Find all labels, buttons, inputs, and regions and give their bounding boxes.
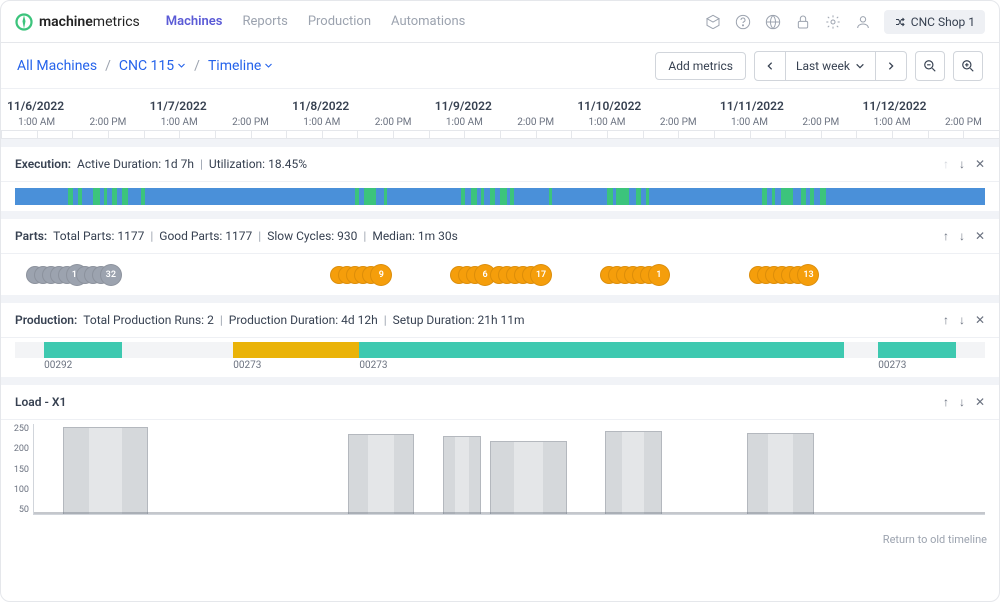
close-track-button[interactable]: ✕ xyxy=(975,157,985,171)
part-cluster[interactable]: 17 xyxy=(500,264,552,286)
brand-icon xyxy=(15,13,33,31)
shop-selector[interactable]: CNC Shop 1 xyxy=(884,10,985,34)
production-label: 00273 xyxy=(878,360,906,371)
load-title: Load - X1 xyxy=(15,395,66,409)
date-column: 11/11/2022 xyxy=(714,99,857,113)
prev-range-button[interactable] xyxy=(754,51,786,81)
move-up-button[interactable]: ↑ xyxy=(943,395,949,409)
user-icon[interactable] xyxy=(854,13,872,31)
crumb-view[interactable]: Timeline xyxy=(208,58,273,74)
move-down-button[interactable]: ↓ xyxy=(959,157,965,171)
date-column: 11/6/2022 xyxy=(1,99,144,113)
production-segment[interactable] xyxy=(44,342,122,358)
move-up-button: ↑ xyxy=(943,157,949,171)
crumb-sep: / xyxy=(194,58,200,74)
footer: Return to old timeline xyxy=(1,529,999,548)
globe-icon[interactable] xyxy=(764,13,782,31)
move-up-button[interactable]: ↑ xyxy=(943,229,949,243)
nav-reports[interactable]: Reports xyxy=(243,14,288,29)
production-label: 00273 xyxy=(359,360,387,371)
date-column: 11/10/2022 xyxy=(571,99,714,113)
zoom-in-icon xyxy=(961,59,975,73)
execution-track: Execution: Active Duration: 1d 7h | Util… xyxy=(1,139,999,211)
main-nav: Machines Reports Production Automations xyxy=(166,14,466,29)
zoom-in-button[interactable] xyxy=(953,51,983,81)
top-bar: machinemetrics Machines Reports Producti… xyxy=(1,1,999,43)
date-column: 11/7/2022 xyxy=(144,99,287,113)
production-segment[interactable] xyxy=(359,342,844,358)
move-down-button[interactable]: ↓ xyxy=(959,229,965,243)
range-selector[interactable]: Last week xyxy=(786,51,876,81)
production-segment[interactable] xyxy=(233,342,359,358)
chevron-down-icon xyxy=(177,61,186,70)
shop-name: CNC Shop 1 xyxy=(911,15,975,29)
breadcrumb: All Machines / CNC 115 / Timeline xyxy=(17,58,273,74)
zoom-out-icon xyxy=(923,59,937,73)
part-cluster[interactable]: 1 xyxy=(610,264,670,286)
production-label: 00273 xyxy=(233,360,261,371)
controls-right: Add metrics Last week xyxy=(655,51,983,81)
next-range-button[interactable] xyxy=(876,51,907,81)
nav-production[interactable]: Production xyxy=(308,14,371,29)
gear-icon[interactable] xyxy=(824,13,842,31)
production-track: Production: Total Production Runs: 2| Pr… xyxy=(1,295,999,377)
brand-text-b: metrics xyxy=(93,14,140,30)
move-down-button[interactable]: ↓ xyxy=(959,313,965,327)
return-old-timeline-link[interactable]: Return to old timeline xyxy=(883,533,987,546)
move-up-button[interactable]: ↑ xyxy=(943,313,949,327)
help-icon[interactable] xyxy=(734,13,752,31)
production-body[interactable]: 00292 00273 00273 00273 xyxy=(1,337,999,377)
brand-logo[interactable]: machinemetrics xyxy=(15,13,140,31)
production-label: 00292 xyxy=(44,360,72,371)
close-track-button[interactable]: ✕ xyxy=(975,395,985,409)
date-column: 11/12/2022 xyxy=(856,99,999,113)
crumb-all[interactable]: All Machines xyxy=(17,58,97,74)
part-cluster[interactable]: 13 xyxy=(759,264,819,286)
production-title: Production: xyxy=(15,313,77,327)
load-body[interactable]: 25020015010050 xyxy=(1,419,999,529)
part-cluster[interactable]: 32 xyxy=(86,264,122,286)
chevron-down-icon xyxy=(264,61,273,70)
crumb-machine[interactable]: CNC 115 xyxy=(119,58,186,74)
date-column: 11/9/2022 xyxy=(429,99,572,113)
cube-icon[interactable] xyxy=(704,13,722,31)
controls-row: All Machines / CNC 115 / Timeline Add me… xyxy=(1,43,999,89)
chevron-right-icon xyxy=(886,61,896,71)
date-column: 11/8/2022 xyxy=(286,99,429,113)
nav-automations[interactable]: Automations xyxy=(391,14,465,29)
timeline-date-header: 11/6/202211/7/202211/8/202211/9/202211/1… xyxy=(1,89,999,139)
part-cluster[interactable]: 9 xyxy=(340,264,392,286)
nav-machines[interactable]: Machines xyxy=(166,14,223,29)
execution-title: Execution: xyxy=(15,157,71,171)
load-track: Load - X1 ↑ ↓ ✕ 25020015010050 xyxy=(1,377,999,529)
execution-body[interactable] xyxy=(1,181,999,211)
crumb-sep: / xyxy=(105,58,111,74)
add-metrics-button[interactable]: Add metrics xyxy=(655,52,746,80)
lock-icon[interactable] xyxy=(794,13,812,31)
parts-track: Parts: Total Parts: 1177| Good Parts: 11… xyxy=(1,211,999,295)
parts-title: Parts: xyxy=(15,229,47,243)
topbar-right: CNC Shop 1 xyxy=(704,10,985,34)
zoom-out-button[interactable] xyxy=(915,51,945,81)
chevron-left-icon xyxy=(765,61,775,71)
close-track-button[interactable]: ✕ xyxy=(975,229,985,243)
brand-text-a: machine xyxy=(39,14,93,30)
close-track-button[interactable]: ✕ xyxy=(975,313,985,327)
production-segment[interactable] xyxy=(878,342,956,358)
chevron-down-icon xyxy=(855,61,865,71)
parts-body[interactable]: 10329617113 xyxy=(1,253,999,295)
shuffle-icon xyxy=(894,16,906,28)
move-down-button[interactable]: ↓ xyxy=(959,395,965,409)
date-range-nav: Last week xyxy=(754,51,907,81)
